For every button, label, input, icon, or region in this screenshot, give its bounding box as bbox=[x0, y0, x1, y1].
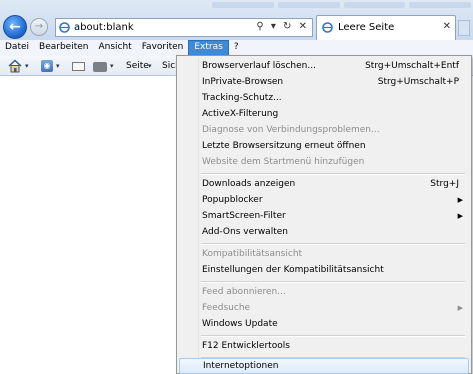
menu-item-label: Add-Ons verwalten bbox=[202, 227, 288, 237]
menu-item-label: Letzte Browsersitzung erneut öffnen bbox=[202, 141, 366, 151]
menu-item-windows-update[interactable]: Windows Update bbox=[179, 316, 469, 332]
menu-item-label: Internetoptionen bbox=[203, 361, 279, 371]
menu-favoriten[interactable]: Favoriten bbox=[137, 40, 189, 56]
print-dropdown-arrow[interactable]: ▾ bbox=[110, 59, 114, 73]
address-text[interactable]: about:blank bbox=[74, 22, 134, 33]
menu-item-letzte-sitzung[interactable]: Letzte Browsersitzung erneut öffnen bbox=[179, 138, 469, 154]
menu-item-feed-abonnieren: Feed abonnieren... bbox=[179, 284, 469, 300]
submenu-arrow-icon: ▶ bbox=[457, 212, 463, 220]
tab-leere-seite[interactable]: Leere Seite ✕ bbox=[316, 15, 456, 40]
menu-item-browserverlauf-loeschen[interactable]: Browserverlauf löschen... Strg+Umschalt+… bbox=[179, 58, 469, 74]
menu-item-label: Feedsuche bbox=[202, 303, 251, 313]
menu-bearbeiten[interactable]: Bearbeiten bbox=[34, 40, 93, 56]
menu-item-label: ActiveX-Filterung bbox=[202, 109, 279, 119]
home-dropdown-arrow[interactable]: ▾ bbox=[25, 59, 29, 73]
menu-separator bbox=[201, 335, 465, 337]
menu-item-label: Browserverlauf löschen... bbox=[202, 61, 316, 71]
menu-separator bbox=[201, 243, 465, 245]
menu-item-shortcut: Strg+Umschalt+Entf bbox=[365, 61, 459, 71]
menu-separator bbox=[201, 281, 465, 283]
menu-item-label: Diagnose von Verbindungsproblemen... bbox=[202, 125, 380, 135]
menu-extras[interactable]: Extras bbox=[188, 40, 229, 56]
menu-datei[interactable]: Datei bbox=[0, 40, 34, 56]
menu-item-label: Windows Update bbox=[202, 319, 278, 329]
extras-dropdown-menu: Browserverlauf löschen... Strg+Umschalt+… bbox=[176, 55, 472, 374]
menu-item-popupblocker[interactable]: Popupblocker ▶ bbox=[179, 192, 469, 208]
menu-item-label: SmartScreen-Filter bbox=[202, 211, 286, 221]
feed-dropdown-arrow[interactable]: ▾ bbox=[56, 59, 60, 73]
menu-item-label: Website dem Startmenü hinzufügen bbox=[202, 157, 365, 167]
ie-page-icon bbox=[59, 22, 70, 33]
browser-title-area: ← → about:blank ⚲ ▾ ↻ ✕ Leere Seite ✕ bbox=[0, 0, 473, 40]
address-bar[interactable]: about:blank ⚲ ▾ ↻ ✕ bbox=[55, 18, 313, 37]
tab-label: Leere Seite bbox=[338, 22, 395, 33]
page-content[interactable] bbox=[0, 76, 180, 374]
menu-item-kompatibilitaet-einstellungen[interactable]: Einstellungen der Kompatibilitätsansicht bbox=[179, 262, 469, 278]
menu-item-addons[interactable]: Add-Ons verwalten bbox=[179, 224, 469, 240]
menu-item-shortcut: Strg+Umschalt+P bbox=[377, 77, 459, 87]
menu-item-shortcut: Strg+J bbox=[430, 179, 459, 189]
menu-item-f12-entwicklertools[interactable]: F12 Entwicklertools bbox=[179, 338, 469, 354]
mail-icon[interactable] bbox=[72, 62, 85, 71]
submenu-arrow-icon: ▶ bbox=[457, 304, 463, 312]
ie-page-icon bbox=[322, 22, 333, 33]
menu-item-label: InPrivate-Browsen bbox=[202, 77, 284, 87]
menu-item-label: Kompatibilitätsansicht bbox=[202, 249, 303, 259]
menu-ansicht[interactable]: Ansicht bbox=[93, 40, 136, 56]
menu-item-label: Einstellungen der Kompatibilitätsansicht bbox=[202, 265, 384, 275]
menu-item-kompatibilitaetsansicht: Kompatibilitätsansicht bbox=[179, 246, 469, 262]
menu-item-smartscreen[interactable]: SmartScreen-Filter ▶ bbox=[179, 208, 469, 224]
menu-item-inprivate-browsen[interactable]: InPrivate-Browsen Strg+Umschalt+P bbox=[179, 74, 469, 90]
menu-bar: Datei Bearbeiten Ansicht Favoriten Extra… bbox=[0, 40, 473, 56]
new-tab-button[interactable] bbox=[458, 20, 470, 36]
menu-item-internetoptionen[interactable]: Internetoptionen bbox=[179, 358, 469, 374]
menu-help[interactable]: ? bbox=[229, 40, 244, 56]
forward-button[interactable]: → bbox=[30, 18, 48, 36]
tab-close-icon[interactable]: ✕ bbox=[443, 21, 451, 32]
submenu-arrow-icon: ▶ bbox=[457, 196, 463, 204]
page-menu-button[interactable]: Seite bbox=[126, 59, 149, 73]
printer-icon[interactable] bbox=[93, 62, 107, 72]
rss-feed-icon[interactable]: ◉ bbox=[41, 60, 53, 72]
menu-item-downloads[interactable]: Downloads anzeigen Strg+J bbox=[179, 176, 469, 192]
menu-item-activex-filterung[interactable]: ActiveX-Filterung bbox=[179, 106, 469, 122]
menu-separator bbox=[201, 173, 465, 175]
menu-item-label: Feed abonnieren... bbox=[202, 287, 286, 297]
address-bar-icons[interactable]: ⚲ ▾ ↻ ✕ bbox=[256, 21, 309, 32]
menu-item-diagnose: Diagnose von Verbindungsproblemen... bbox=[179, 122, 469, 138]
menu-item-label: Tracking-Schutz... bbox=[202, 93, 282, 103]
menu-item-tracking-schutz[interactable]: Tracking-Schutz... bbox=[179, 90, 469, 106]
page-dropdown-arrow[interactable]: ▾ bbox=[148, 59, 152, 73]
home-icon[interactable] bbox=[8, 59, 22, 73]
back-button[interactable]: ← bbox=[3, 15, 27, 39]
blurred-title-bar bbox=[210, 0, 473, 14]
menu-item-label: F12 Entwicklertools bbox=[202, 341, 290, 351]
menu-item-label: Downloads anzeigen bbox=[202, 179, 296, 189]
menu-item-label: Popupblocker bbox=[202, 195, 263, 205]
menu-item-startmenue-hinzufuegen: Website dem Startmenü hinzufügen bbox=[179, 154, 469, 170]
menu-item-feedsuche: Feedsuche ▶ bbox=[179, 300, 469, 316]
